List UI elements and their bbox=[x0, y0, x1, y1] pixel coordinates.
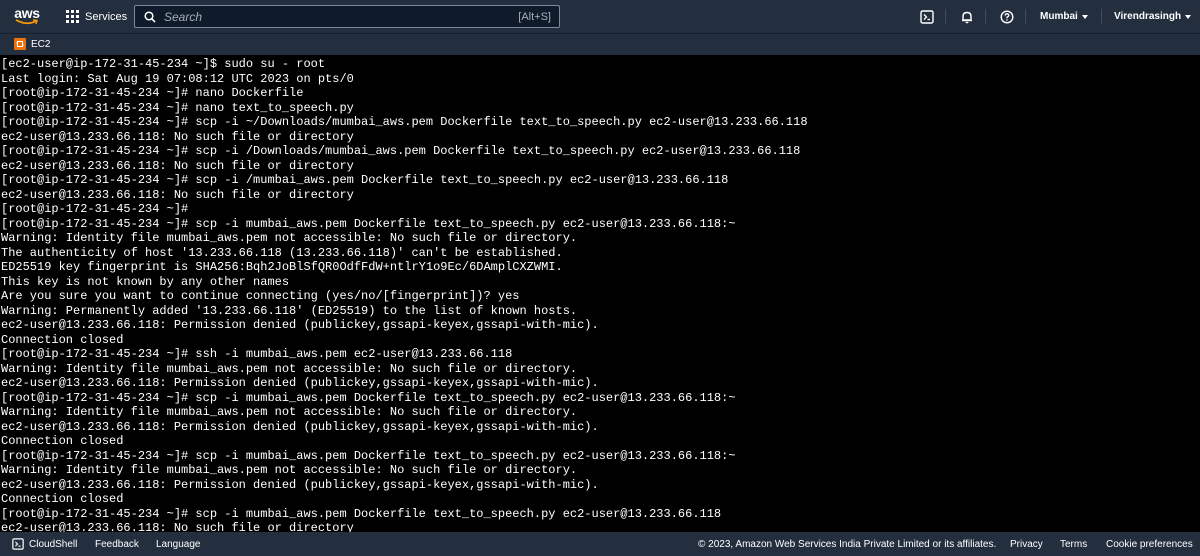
cloudshell-icon bbox=[12, 538, 24, 550]
terminal-line: ec2-user@13.233.66.118: Permission denie… bbox=[1, 419, 599, 434]
terminal-line: Last login: Sat Aug 19 07:08:12 UTC 2023… bbox=[1, 71, 354, 86]
services-label: Services bbox=[85, 10, 128, 23]
cloudshell-nav-button[interactable] bbox=[920, 0, 934, 33]
services-menu-button[interactable]: Services bbox=[66, 0, 127, 33]
terminal-line: Warning: Identity file mumbai_aws.pem no… bbox=[1, 405, 578, 419]
terminal-line: The authenticity of host '13.233.66.118 … bbox=[1, 245, 563, 260]
terminal-line: [root@ip-172-31-45-234 ~]# scp -i /Downl… bbox=[1, 144, 801, 158]
help-icon bbox=[1000, 9, 1014, 24]
footer-cloudshell-label: CloudShell bbox=[29, 538, 78, 550]
account-menu[interactable]: Virendrasingh bbox=[1114, 0, 1192, 33]
header-divider bbox=[1101, 9, 1102, 24]
terminal-line: [root@ip-172-31-45-234 ~]# scp -i mumbai… bbox=[1, 216, 736, 231]
terminal-line: Warning: Permanently added '13.233.66.11… bbox=[1, 303, 578, 318]
caret-down-icon bbox=[1185, 14, 1192, 19]
footer-cookie-preferences-link[interactable]: Cookie preferences bbox=[1106, 539, 1193, 550]
terminal-line: [root@ip-172-31-45-234 ~]# scp -i ~/Down… bbox=[1, 115, 808, 129]
header-divider bbox=[945, 9, 946, 24]
aws-logo[interactable]: aws bbox=[2, 0, 52, 33]
ec2-icon bbox=[14, 38, 26, 50]
region-selector[interactable]: Mumbai bbox=[1040, 0, 1088, 33]
terminal-line: [root@ip-172-31-45-234 ~]# nano text_to_… bbox=[1, 100, 354, 115]
search-shortcut-hint: [Alt+S] bbox=[518, 10, 551, 23]
terminal-line: [root@ip-172-31-45-234 ~]# scp -i mumbai… bbox=[1, 448, 736, 463]
aws-smile-icon bbox=[15, 19, 38, 25]
header-divider bbox=[1025, 9, 1026, 24]
terminal-line: Are you sure you want to continue connec… bbox=[1, 289, 520, 303]
footer-feedback-link[interactable]: Feedback bbox=[95, 539, 139, 550]
services-grid-icon bbox=[66, 10, 79, 23]
terminal-line: [ec2-user@ip-172-31-45-234 ~]$ sudo su -… bbox=[1, 57, 326, 71]
terminal-line: ED25519 key fingerprint is SHA256:Bqh2Jo… bbox=[1, 260, 563, 274]
terminal-line: Connection closed bbox=[1, 434, 124, 448]
terminal-line: ec2-user@13.233.66.118: No such file or … bbox=[1, 187, 354, 202]
terminal-output[interactable]: [ec2-user@ip-172-31-45-234 ~]$ sudo su -… bbox=[0, 56, 1200, 532]
help-button[interactable] bbox=[1000, 0, 1014, 33]
favorites-bar: EC2 bbox=[0, 33, 1200, 55]
terminal-line: Warning: Identity file mumbai_aws.pem no… bbox=[1, 231, 578, 245]
favorite-ec2-label: EC2 bbox=[31, 38, 51, 50]
terminal-line: ec2-user@13.233.66.118: Permission denie… bbox=[1, 477, 599, 492]
notifications-button[interactable] bbox=[960, 0, 974, 33]
cloudshell-icon bbox=[920, 9, 934, 24]
terminal-line: [root@ip-172-31-45-234 ~]# scp -i mumbai… bbox=[1, 506, 722, 521]
favorite-ec2[interactable]: EC2 bbox=[14, 38, 50, 50]
bell-icon bbox=[962, 11, 972, 23]
terminal-line: Connection closed bbox=[1, 332, 124, 347]
terminal-line: ec2-user@13.233.66.118: Permission denie… bbox=[1, 318, 599, 332]
terminal-line: Warning: Identity file mumbai_aws.pem no… bbox=[1, 361, 578, 376]
terminal-line: [root@ip-172-31-45-234 ~]# nano Dockerfi… bbox=[1, 86, 304, 100]
footer-language-link[interactable]: Language bbox=[156, 539, 201, 550]
console-footer: CloudShell Feedback Language © 2023, Ama… bbox=[0, 532, 1200, 556]
terminal-line: ec2-user@13.233.66.118: No such file or … bbox=[1, 521, 354, 532]
region-label: Mumbai bbox=[1040, 11, 1078, 22]
terminal-line: ec2-user@13.233.66.118: No such file or … bbox=[1, 158, 354, 173]
header-divider bbox=[985, 9, 986, 24]
footer-cloudshell-button[interactable]: CloudShell bbox=[12, 538, 77, 550]
search-icon bbox=[144, 10, 156, 23]
caret-down-icon bbox=[1081, 14, 1088, 19]
terminal-line: Warning: Identity file mumbai_aws.pem no… bbox=[1, 463, 578, 477]
terminal-line: [root@ip-172-31-45-234 ~]# bbox=[1, 202, 189, 216]
footer-copyright: © 2023, Amazon Web Services India Privat… bbox=[698, 538, 997, 550]
search-bar[interactable]: [Alt+S] bbox=[134, 5, 560, 28]
footer-terms-link[interactable]: Terms bbox=[1060, 539, 1087, 550]
search-input[interactable] bbox=[164, 9, 519, 24]
terminal-line: This key is not known by any other names bbox=[1, 274, 290, 289]
account-name: Virendrasingh bbox=[1114, 11, 1182, 22]
terminal-line: [root@ip-172-31-45-234 ~]# scp -i mumbai… bbox=[1, 390, 736, 405]
terminal-line: ec2-user@13.233.66.118: Permission denie… bbox=[1, 376, 599, 390]
footer-privacy-link[interactable]: Privacy bbox=[1010, 539, 1043, 550]
terminal-line: Connection closed bbox=[1, 492, 124, 506]
terminal-line: [root@ip-172-31-45-234 ~]# ssh -i mumbai… bbox=[1, 347, 513, 361]
terminal-line: [root@ip-172-31-45-234 ~]# scp -i /mumba… bbox=[1, 173, 729, 187]
terminal-line: ec2-user@13.233.66.118: No such file or … bbox=[1, 129, 354, 144]
